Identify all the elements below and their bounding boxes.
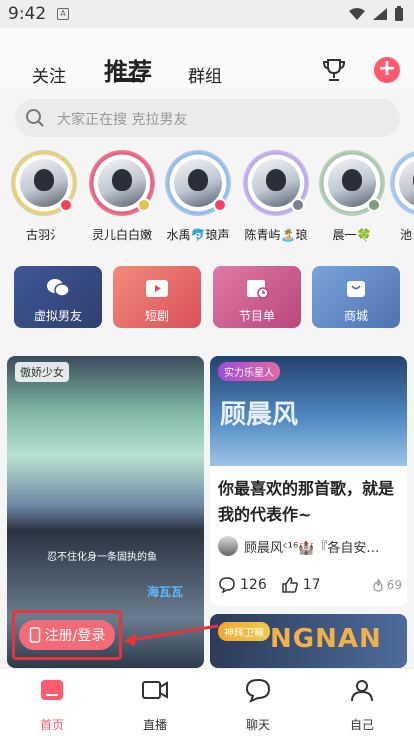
level-badge-icon: [367, 198, 381, 212]
hot-count: 69: [386, 578, 402, 592]
search-bar[interactable]: 大家正在搜 克拉男友: [15, 99, 400, 137]
status-icons: [348, 6, 404, 22]
nav-chat[interactable]: 聊天: [218, 677, 298, 733]
avatar-name: 陈青屿🏝️琅: [244, 228, 308, 242]
nav-label: 自己: [349, 718, 374, 732]
card-label: 实力乐星人: [218, 362, 280, 381]
feed-card-right-2[interactable]: 神辉卫嘛 NGNAN: [210, 614, 407, 668]
home-icon: [41, 680, 63, 700]
chat-bubble-icon: [47, 279, 70, 297]
avatar: [399, 159, 414, 207]
status-time: 9:42: [8, 4, 47, 24]
card-image-text: NGNAN: [270, 624, 382, 654]
card-title: 你最喜欢的那首歌，就是我的代表作~: [218, 479, 395, 524]
card-author[interactable]: 顾晨风ᶜ¹⁶🏰『各自安…: [218, 536, 379, 556]
category-program-list[interactable]: 节目单: [213, 266, 301, 328]
comment-icon: [219, 577, 235, 594]
card-stats: 126 17 69: [218, 576, 402, 594]
wifi-icon: [349, 8, 365, 20]
category-row: 虚拟男友 短剧 节目单 商城: [0, 266, 414, 330]
avatar-frame: [165, 150, 231, 216]
shopping-bag-icon: [347, 281, 365, 297]
avatar-name: 水禹🐬琅声: [166, 228, 230, 242]
level-badge-icon: [291, 198, 305, 212]
avatar-carousel: 古羽氵 灵儿白白嫩 水禹🐬琅声 陈青屿🏝️琅 晨一🍀 池: [0, 150, 414, 250]
video-play-icon: [146, 280, 168, 297]
category-label: 商城: [343, 309, 368, 323]
avatar-frame: [243, 150, 309, 216]
video-camera-icon: [142, 681, 168, 699]
tab-follow[interactable]: 关注: [32, 62, 66, 87]
avatar-item[interactable]: 灵儿白白嫩: [82, 150, 162, 243]
phone-icon: [29, 627, 40, 643]
category-shop[interactable]: 商城: [312, 266, 400, 328]
card-brand-text: 海瓦瓦: [147, 585, 184, 599]
card-tag: 傲娇少女: [15, 362, 69, 382]
level-badge-icon: [137, 198, 151, 212]
avatar-frame: [390, 150, 414, 216]
pointer-arrow-icon: [124, 624, 219, 646]
nav-label: 聊天: [245, 718, 270, 732]
avatar-frame: [11, 150, 77, 216]
card-image-title: 顾晨风: [220, 400, 299, 430]
avatar-item[interactable]: 陈青屿🏝️琅: [236, 150, 316, 243]
thumbs-up-icon: [281, 577, 298, 593]
register-login-button[interactable]: 注册/登录: [19, 620, 115, 650]
nav-label: 直播: [142, 718, 167, 732]
level-badge-icon: [59, 198, 73, 212]
top-tab-bar: 关注 推荐 群组: [0, 28, 414, 88]
signal-icon: [373, 8, 387, 20]
avatar-item[interactable]: 晨一🍀: [312, 150, 392, 243]
add-button[interactable]: +: [374, 57, 400, 83]
card-label: 神辉卫嘛: [218, 622, 270, 641]
nav-label: 首页: [39, 718, 64, 732]
avatar-item[interactable]: 水禹🐬琅声: [158, 150, 238, 243]
calendar-clock-icon: [247, 280, 269, 299]
nav-live[interactable]: 直播: [115, 677, 195, 733]
avatar-item[interactable]: 池: [390, 150, 414, 243]
tab-groups[interactable]: 群组: [188, 62, 222, 87]
nav-me[interactable]: 自己: [322, 677, 402, 733]
sim-icon: A: [57, 8, 69, 20]
level-badge-icon: [213, 198, 227, 212]
feed-card-right[interactable]: 实力乐星人 顾晨风 你最喜欢的那首歌，就是我的代表作~ 顾晨风ᶜ¹⁶🏰『各自安……: [210, 356, 407, 606]
status-bar: 9:42 A: [0, 0, 414, 28]
avatar-name: 晨一🍀: [332, 228, 372, 242]
avatar: [218, 536, 238, 556]
category-label: 节目单: [238, 309, 275, 323]
avatar-frame: [319, 150, 385, 216]
comment-stat[interactable]: 126: [218, 576, 267, 594]
category-label: 虚拟男友: [33, 309, 82, 323]
active-tab-indicator: [115, 78, 141, 82]
battery-icon: [395, 6, 403, 21]
card-image: 实力乐星人 顾晨风: [210, 356, 407, 466]
avatar-frame: [89, 150, 155, 216]
card-caption: 忍不住化身一条固执的鱼: [47, 552, 157, 563]
avatar-name: 池: [400, 228, 413, 242]
register-login-label: 注册/登录: [44, 628, 106, 644]
avatar-item[interactable]: 古羽氵: [4, 150, 84, 243]
like-stat[interactable]: 17: [281, 576, 321, 594]
avatar-name: 灵儿白白嫩: [91, 228, 152, 242]
category-label: 短剧: [144, 309, 169, 323]
flame-icon: [373, 578, 383, 592]
like-count: 17: [302, 577, 321, 593]
search-placeholder: 大家正在搜 克拉男友: [57, 112, 188, 128]
hot-stat: 69: [372, 578, 402, 592]
avatar-name: 古羽氵: [25, 228, 62, 242]
comment-count: 126: [240, 577, 267, 593]
login-highlight-box: 注册/登录: [12, 610, 122, 660]
search-icon: [26, 109, 44, 127]
category-virtual-boyfriend[interactable]: 虚拟男友: [14, 266, 102, 328]
category-short-drama[interactable]: 短剧: [113, 266, 201, 328]
nav-home[interactable]: 首页: [12, 677, 92, 733]
bottom-nav: 首页 直播 聊天 自己: [0, 668, 414, 736]
chat-icon: [245, 678, 271, 703]
author-name: 顾晨风ᶜ¹⁶🏰『各自安…: [244, 540, 380, 556]
user-icon: [351, 680, 373, 702]
trophy-icon[interactable]: [320, 56, 348, 84]
